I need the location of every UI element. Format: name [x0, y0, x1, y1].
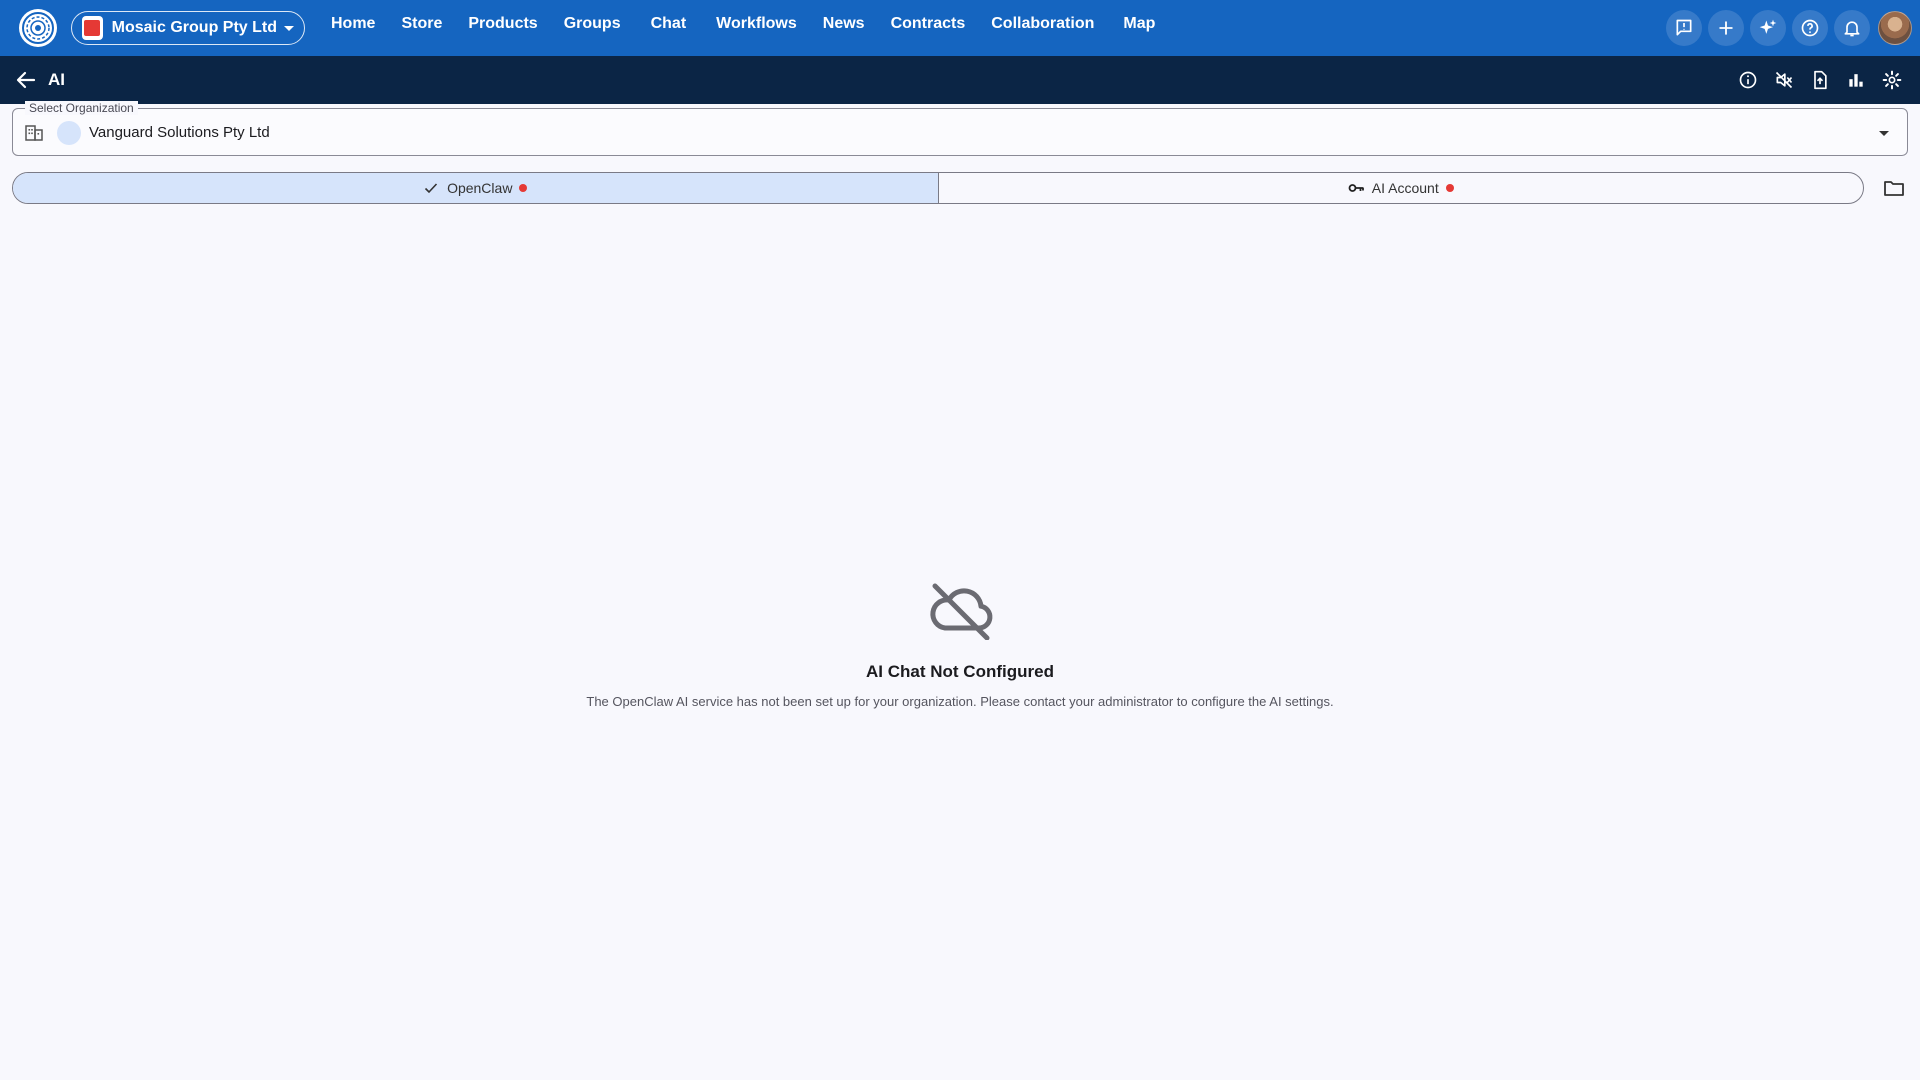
nav-collaboration[interactable]: Collaboration	[978, 15, 1107, 33]
help-icon	[1801, 19, 1819, 37]
key-icon	[1348, 184, 1364, 192]
page-header-bar: AI	[0, 56, 1920, 104]
ai-assistant-button[interactable]	[1750, 10, 1786, 46]
organization-name: Mosaic Group Pty Ltd	[111, 19, 277, 36]
tab-openclaw-label: OpenClaw	[447, 180, 513, 196]
app-logo-icon	[22, 12, 54, 44]
file-export-icon	[1814, 70, 1827, 90]
add-icon	[1719, 21, 1733, 35]
app-logo[interactable]	[19, 9, 57, 47]
feedback-icon	[1676, 19, 1692, 36]
top-app-bar: Mosaic Group Pty Ltd Home Store Products…	[0, 0, 1920, 56]
info-button[interactable]	[1734, 66, 1762, 94]
empty-state: AI Chat Not Configured The OpenClaw AI s…	[0, 580, 1920, 709]
nav-workflows[interactable]: Workflows	[703, 15, 810, 33]
organization-logo	[82, 16, 103, 40]
ai-provider-tabs: OpenClaw AI Account	[12, 172, 1864, 204]
user-avatar[interactable]	[1878, 11, 1912, 45]
check-icon	[424, 183, 438, 194]
settings-button[interactable]	[1878, 66, 1906, 94]
nav-products[interactable]: Products	[455, 15, 550, 33]
organization-select[interactable]: Select Organization Vanguard Solutions P…	[12, 101, 1908, 156]
organization-select-value: Vanguard Solutions Pty Ltd	[89, 124, 270, 141]
main-navigation: Home Store Products Groups Chat Workflow…	[318, 0, 1171, 48]
nav-chat[interactable]: Chat	[634, 15, 704, 33]
empty-state-message: The OpenClaw AI service has not been set…	[586, 694, 1334, 709]
info-icon	[1739, 71, 1757, 89]
tab-ai-account-label: AI Account	[1371, 180, 1439, 196]
organization-switcher[interactable]: Mosaic Group Pty Ltd	[71, 11, 305, 45]
nav-contracts[interactable]: Contracts	[878, 15, 979, 33]
status-dot	[519, 184, 528, 192]
sparkle-icon	[1759, 19, 1777, 34]
mute-button[interactable]	[1770, 66, 1798, 94]
empty-state-title: AI Chat Not Configured	[866, 662, 1054, 681]
nav-groups[interactable]: Groups	[551, 15, 634, 33]
organization-avatar	[57, 121, 81, 145]
top-actions	[1660, 0, 1920, 56]
organization-select-label: Select Organization	[25, 101, 138, 115]
bell-icon	[1844, 21, 1860, 37]
analytics-button[interactable]	[1842, 66, 1870, 94]
bar-chart-icon	[1849, 74, 1863, 87]
nav-map[interactable]: Map	[1107, 15, 1171, 33]
add-button[interactable]	[1708, 10, 1744, 46]
dropdown-arrow-icon	[1879, 131, 1889, 136]
page-title: AI	[48, 70, 65, 89]
tab-ai-account[interactable]: AI Account	[939, 173, 1864, 203]
nav-store[interactable]: Store	[388, 15, 455, 33]
export-button[interactable]	[1806, 66, 1834, 94]
tab-openclaw[interactable]: OpenClaw	[13, 173, 939, 203]
folder-icon[interactable]	[1882, 176, 1906, 200]
page-actions	[1726, 66, 1906, 94]
mute-icon	[1775, 71, 1793, 89]
help-button[interactable]	[1792, 10, 1828, 46]
nav-home[interactable]: Home	[318, 15, 388, 33]
status-dot	[1445, 184, 1454, 192]
feedback-button[interactable]	[1666, 10, 1702, 46]
notifications-button[interactable]	[1834, 10, 1870, 46]
cloud-off-icon	[930, 583, 993, 640]
building-icon	[25, 125, 43, 141]
settings-icon	[1882, 70, 1902, 90]
back-arrow-icon[interactable]	[14, 68, 38, 92]
nav-news[interactable]: News	[810, 15, 878, 33]
chevron-down-icon	[284, 25, 294, 31]
